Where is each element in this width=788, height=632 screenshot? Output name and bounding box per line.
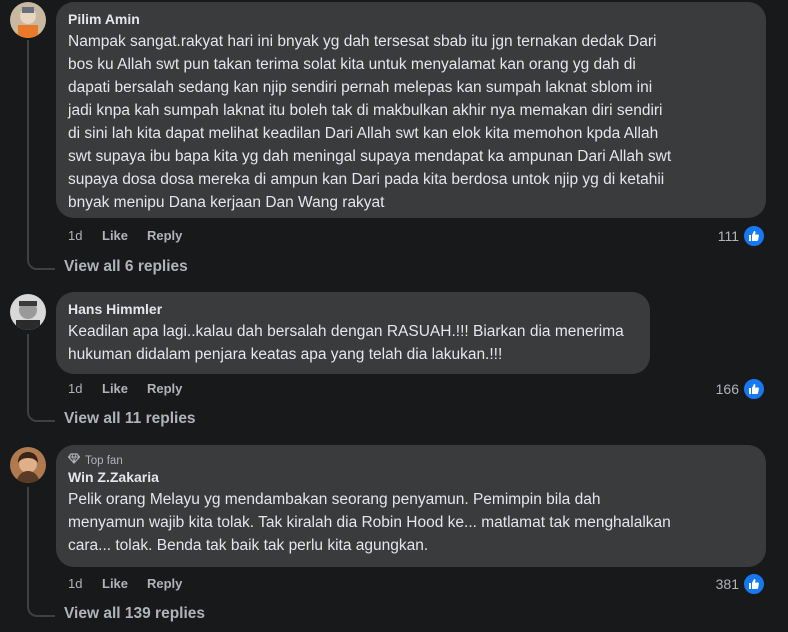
reply-button[interactable]: Reply bbox=[147, 576, 182, 591]
thread-line bbox=[27, 334, 29, 406]
reaction-count[interactable]: 111 bbox=[718, 224, 766, 248]
comment-actions: 1d Like Reply bbox=[68, 381, 182, 396]
diamond-icon bbox=[67, 453, 81, 468]
comment-line: Nampak sangat.rakyat hari ini bnyak yg d… bbox=[68, 33, 657, 50]
like-button[interactable]: Like bbox=[102, 228, 147, 243]
reaction-number: 166 bbox=[715, 381, 739, 397]
comment-line: swt supaya ibu bapa kita yg dah meningal… bbox=[68, 148, 672, 165]
reaction-number: 111 bbox=[717, 228, 739, 244]
comment-line: Keadilan apa lagi..kalau dah bersalah de… bbox=[68, 323, 624, 340]
like-button[interactable]: Like bbox=[102, 576, 147, 591]
comment-line: Pelik orang Melayu yg mendambakan seoran… bbox=[68, 491, 601, 508]
avatar[interactable] bbox=[10, 447, 46, 483]
thread-line bbox=[27, 40, 29, 254]
comment-text: Nampak sangat.rakyat hari ini bnyak yg d… bbox=[68, 30, 754, 214]
avatar[interactable] bbox=[10, 294, 46, 330]
view-replies-link[interactable]: View all 6 replies bbox=[64, 258, 188, 276]
comment-bubble: Pilim Amin Nampak sangat.rakyat hari ini… bbox=[56, 2, 766, 218]
comment-author[interactable]: Win Z.Zakaria bbox=[68, 468, 754, 486]
comment-line: supaya dosa dosa mereka di ampun kan Dar… bbox=[68, 171, 665, 188]
reaction-count[interactable]: 166 bbox=[716, 377, 766, 401]
comment-line: jadi knpa kah sumpah laknat itu boleh ta… bbox=[68, 102, 663, 119]
comment-line: dapati bersalah sedang kan njip sendiri … bbox=[68, 79, 653, 96]
view-replies-link[interactable]: View all 11 replies bbox=[64, 410, 196, 428]
comment-text: Keadilan apa lagi..kalau dah bersalah de… bbox=[68, 320, 638, 366]
comment-bubble: Hans Himmler Keadilan apa lagi..kalau da… bbox=[56, 292, 650, 374]
comment-author[interactable]: Pilim Amin bbox=[68, 10, 754, 28]
top-fan-label: Top fan bbox=[85, 454, 123, 467]
comment-line: cara... tolak. Benda tak baik tak perlu … bbox=[68, 537, 429, 554]
comment-actions: 1d Like Reply bbox=[68, 576, 182, 591]
comment-time[interactable]: 1d bbox=[68, 228, 102, 243]
thumbs-up-icon bbox=[742, 224, 766, 248]
thread-curve bbox=[27, 254, 55, 270]
reply-button[interactable]: Reply bbox=[147, 381, 182, 396]
comment-line: bnyak menipu Dana kerjaan Dan Wang rakya… bbox=[68, 194, 385, 211]
comment-author[interactable]: Hans Himmler bbox=[68, 300, 638, 318]
reaction-count[interactable]: 381 bbox=[716, 572, 766, 596]
top-fan-badge: Top fan bbox=[67, 453, 754, 468]
thumbs-up-icon bbox=[742, 572, 766, 596]
thread-line bbox=[27, 487, 29, 601]
comment-line: hukuman didalam penjara keatas apa yang … bbox=[68, 346, 503, 363]
comment-bubble: Top fan Win Z.Zakaria Pelik orang Melayu… bbox=[56, 445, 766, 567]
comment-line: bos ku Allah swt pun takan terima solat … bbox=[68, 56, 636, 73]
comment-line: di sini lah kita dapat melihat keadilan … bbox=[68, 125, 659, 142]
thread-curve bbox=[27, 601, 55, 617]
comment-text: Pelik orang Melayu yg mendambakan seoran… bbox=[68, 488, 754, 557]
like-button[interactable]: Like bbox=[102, 381, 147, 396]
comment-time[interactable]: 1d bbox=[68, 381, 102, 396]
comment-actions: 1d Like Reply bbox=[68, 228, 182, 243]
avatar[interactable] bbox=[10, 2, 46, 38]
view-replies-link[interactable]: View all 139 replies bbox=[64, 605, 205, 623]
reply-button[interactable]: Reply bbox=[147, 228, 182, 243]
comment-time[interactable]: 1d bbox=[68, 576, 102, 591]
thread-curve bbox=[27, 406, 55, 422]
thumbs-up-icon bbox=[742, 377, 766, 401]
comment-line: menyamun wajib kita tolak. Tak kiralah d… bbox=[68, 514, 671, 531]
reaction-number: 381 bbox=[715, 576, 739, 592]
